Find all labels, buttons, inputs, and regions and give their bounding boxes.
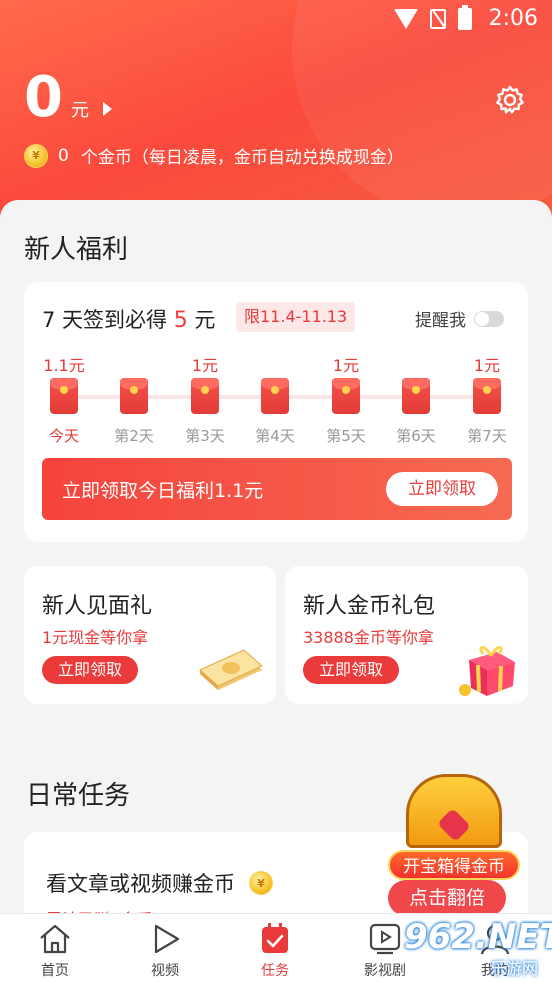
- day-label: 第7天: [467, 427, 507, 445]
- day-label: 第5天: [326, 427, 366, 445]
- day-label: 第3天: [185, 427, 225, 445]
- checkin-title-prefix: 7 天签到必得: [42, 308, 168, 332]
- day-label: 今天: [48, 427, 79, 445]
- chest-double-button[interactable]: 点击翻倍: [388, 880, 506, 916]
- battery-icon: [458, 5, 472, 30]
- tab-tasks[interactable]: 任务: [220, 914, 330, 982]
- gift-subtitle: 33888金币等你拿: [303, 628, 434, 647]
- day-label: 第2天: [114, 427, 154, 445]
- red-envelope-icon: [120, 378, 148, 414]
- balance-amount: 0: [24, 65, 63, 130]
- home-icon: [40, 924, 70, 954]
- newcomer-section-title: 新人福利: [24, 235, 129, 265]
- gift-title: 新人金币礼包: [303, 594, 436, 619]
- red-envelope-icon: [261, 378, 289, 414]
- calendar-check-icon: [262, 923, 288, 953]
- play-icon: [154, 924, 180, 954]
- limit-tag: 限11.4-11.13: [236, 302, 356, 332]
- cash-stack-icon: [199, 649, 263, 690]
- day-amount: 1.1元: [43, 356, 85, 375]
- red-envelope-icon: [402, 378, 430, 414]
- tab-label: 任务: [261, 963, 289, 979]
- coin-gift-card[interactable]: 新人金币礼包 33888金币等你拿 立即领取: [285, 566, 528, 704]
- claim-today-banner[interactable]: 立即领取今日福利1.1元 立即领取: [42, 458, 512, 520]
- status-time: 2:06: [488, 6, 538, 31]
- remind-label: 提醒我: [415, 311, 466, 331]
- tab-home[interactable]: 首页: [0, 914, 110, 982]
- coin-count: 0: [58, 145, 69, 166]
- claim-today-button[interactable]: 立即领取: [386, 472, 498, 506]
- remind-toggle[interactable]: [474, 310, 504, 327]
- balance-unit: 元: [70, 100, 89, 121]
- day-label: 第6天: [396, 427, 436, 445]
- checkin-title-suffix: 元: [194, 308, 216, 332]
- coin-icon: ¥: [249, 871, 273, 895]
- watermark-sub: 乐游网: [489, 959, 538, 978]
- gift-box-icon: [459, 646, 515, 696]
- tab-label: 视频: [151, 963, 179, 979]
- task-title: 看文章或视频赚金币: [46, 872, 235, 896]
- gift-claim-button[interactable]: 立即领取: [303, 656, 399, 684]
- red-envelope-icon: [191, 378, 219, 414]
- day-amount: 1元: [473, 356, 501, 375]
- tab-label: 首页: [41, 963, 69, 979]
- day-label: 第4天: [255, 427, 295, 445]
- checkin-title-amount: 5: [173, 308, 188, 333]
- chest-label: 开宝箱得金币: [388, 850, 520, 880]
- wifi-icon: [394, 9, 418, 29]
- gift-subtitle: 1元现金等你拿: [42, 628, 149, 647]
- red-envelope-icon: [332, 378, 360, 414]
- checkin-title: 7 天签到必得 5 元: [42, 304, 215, 334]
- coin-description: 个金币（每日凌晨，金币自动兑换成现金）: [80, 148, 404, 168]
- day-amount: 1元: [332, 356, 360, 375]
- checkin-card: 7 天签到必得 5 元 限11.4-11.13 提醒我 1.1元 今天 第2天 …: [24, 282, 528, 542]
- gear-icon[interactable]: [494, 84, 526, 116]
- gift-title: 新人见面礼: [42, 594, 153, 619]
- tab-video[interactable]: 视频: [110, 914, 220, 982]
- balance-display[interactable]: 0 元: [24, 68, 112, 128]
- video-icon: [369, 923, 401, 955]
- claim-today-text: 立即领取今日福利1.1元: [62, 480, 264, 502]
- task-title-row: 看文章或视频赚金币 ¥: [46, 868, 273, 898]
- remind-toggle-row[interactable]: 提醒我: [415, 306, 504, 331]
- gift-claim-button[interactable]: 立即领取: [42, 656, 138, 684]
- coin-summary: ¥ 0 个金币（每日凌晨，金币自动兑换成现金）: [24, 143, 404, 168]
- daily-section-title: 日常任务: [26, 781, 131, 811]
- red-envelope-icon: [50, 378, 78, 414]
- watermark-text: 962.NET: [404, 917, 552, 957]
- treasure-chest-widget[interactable]: 开宝箱得金币 点击翻倍: [388, 768, 520, 918]
- status-icons: [394, 5, 472, 30]
- no-sim-icon: [430, 9, 446, 29]
- coin-icon: ¥: [24, 143, 48, 168]
- site-watermark: 962.NET 乐游网: [404, 917, 552, 978]
- red-envelope-icon: [473, 378, 501, 414]
- welcome-gift-card[interactable]: 新人见面礼 1元现金等你拿 立即领取: [24, 566, 276, 704]
- day-amount: 1元: [191, 356, 219, 375]
- status-bar: 2:06: [0, 0, 552, 38]
- chevron-right-icon: [102, 102, 112, 116]
